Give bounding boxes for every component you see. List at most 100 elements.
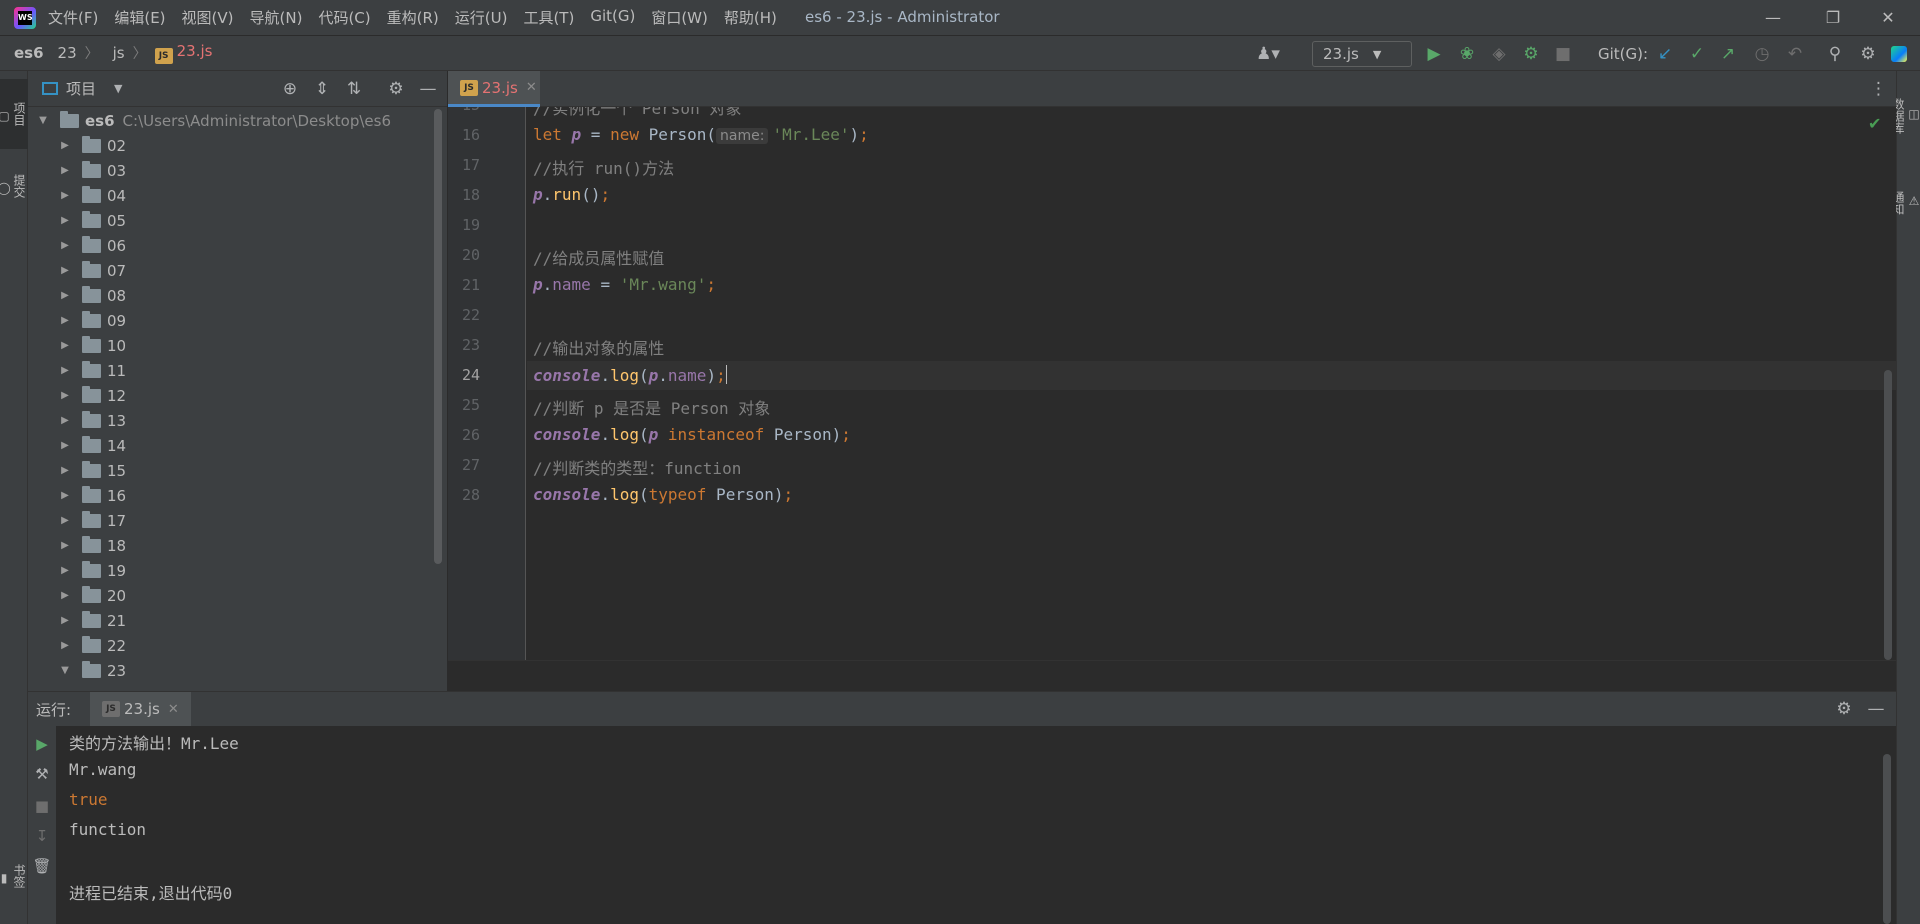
- run-icon[interactable]: ▶: [1424, 44, 1444, 64]
- bookmarks-tool-tab[interactable]: 书签 ▮: [0, 841, 28, 911]
- tree-folder-row[interactable]: ▶ 10: [58, 333, 126, 358]
- tree-folder-row[interactable]: ▶ 07: [58, 258, 126, 283]
- chevron-right-icon[interactable]: ▶: [58, 140, 72, 151]
- tree-folder-row[interactable]: ▶ 04: [58, 183, 126, 208]
- project-tool-tab[interactable]: 项目 ▢: [0, 79, 28, 149]
- menu-item[interactable]: 帮助(H): [724, 7, 777, 28]
- settings-icon[interactable]: ⚙: [1858, 44, 1878, 64]
- breadcrumb-root[interactable]: es6: [14, 44, 44, 62]
- chevron-right-icon[interactable]: ▶: [58, 315, 72, 326]
- scroll-to-end-icon[interactable]: ↧: [32, 826, 52, 846]
- chevron-right-icon[interactable]: ▶: [58, 190, 72, 201]
- git-commit-icon[interactable]: ✓: [1687, 44, 1707, 64]
- chevron-right-icon[interactable]: ▶: [58, 240, 72, 251]
- hide-icon[interactable]: —: [418, 79, 438, 99]
- close-icon[interactable]: ✕: [1860, 0, 1916, 35]
- inspection-ok-icon[interactable]: ✔: [1868, 114, 1881, 133]
- code-line[interactable]: p.run();: [533, 185, 610, 204]
- commit-tool-tab[interactable]: 提交 ◯: [0, 151, 28, 221]
- code-line[interactable]: p.name = 'Mr.wang';: [533, 275, 716, 294]
- code-line[interactable]: console.log(typeof Person);: [533, 485, 793, 504]
- project-panel-title[interactable]: 项目: [66, 78, 96, 99]
- menu-item[interactable]: 窗口(W): [651, 7, 708, 28]
- tree-folder-row[interactable]: ▶ 11: [58, 358, 126, 383]
- profile-icon[interactable]: ⚙: [1521, 44, 1541, 64]
- notifications-tool-tab[interactable]: ⚠ 通知: [1891, 166, 1920, 236]
- console-scrollbar[interactable]: [1883, 754, 1891, 924]
- more-icon[interactable]: ⋮: [1870, 79, 1887, 99]
- code-line[interactable]: //实例化一个 Person 对象: [533, 107, 741, 119]
- chevron-right-icon[interactable]: ▶: [58, 640, 72, 651]
- rollback-icon[interactable]: ↶: [1785, 44, 1805, 64]
- close-icon[interactable]: ✕: [168, 702, 179, 717]
- tree-folder-row[interactable]: ▶ 13: [58, 408, 126, 433]
- chevron-right-icon[interactable]: ▶: [58, 465, 72, 476]
- tree-folder-row[interactable]: ▶ 16: [58, 483, 126, 508]
- menu-item[interactable]: 文件(F): [48, 7, 98, 28]
- chevron-right-icon[interactable]: ▶: [58, 290, 72, 301]
- wrench-icon[interactable]: ⚒: [32, 764, 52, 784]
- chevron-down-icon[interactable]: ▼: [114, 82, 122, 95]
- menu-item[interactable]: 代码(C): [318, 7, 370, 28]
- locate-icon[interactable]: ⊕: [280, 79, 300, 99]
- chevron-right-icon[interactable]: ▶: [58, 215, 72, 226]
- settings-icon[interactable]: ⚙: [1834, 699, 1854, 719]
- chevron-right-icon[interactable]: ▶: [58, 515, 72, 526]
- code-line[interactable]: //给成员属性赋值: [533, 245, 664, 269]
- user-icon[interactable]: ♟▾: [1256, 44, 1280, 64]
- console-output[interactable]: 类的方法输出！Mr.Lee Mr.wang true function 进程已结束,退出…: [69, 726, 1869, 924]
- chevron-right-icon[interactable]: ▶: [58, 615, 72, 626]
- search-icon[interactable]: ⚲: [1825, 44, 1845, 64]
- tree-root[interactable]: ▼ es6 C:\Users\Administrator\Desktop\es6: [36, 108, 391, 133]
- menu-item[interactable]: 工具(T): [523, 7, 574, 28]
- chevron-right-icon[interactable]: ▶: [58, 390, 72, 401]
- chevron-right-icon[interactable]: ▶: [58, 415, 72, 426]
- tree-folder-row[interactable]: ▶ 17: [58, 508, 126, 533]
- chevron-right-icon[interactable]: ▶: [58, 490, 72, 501]
- menu-item[interactable]: 编辑(E): [114, 7, 165, 28]
- trash-icon[interactable]: 🗑: [32, 856, 52, 876]
- code-line[interactable]: console.log(p.name);: [533, 365, 727, 385]
- chevron-right-icon[interactable]: ▶: [58, 540, 72, 551]
- stop-icon[interactable]: ■: [32, 796, 52, 816]
- expand-all-icon[interactable]: ⇕: [312, 79, 332, 99]
- tree-folder-row[interactable]: ▶ 19: [58, 558, 126, 583]
- chevron-right-icon[interactable]: ▶: [58, 590, 72, 601]
- tree-folder-row[interactable]: ▶ 14: [58, 433, 126, 458]
- code-line[interactable]: console.log(p instanceof Person);: [533, 425, 851, 444]
- code-line[interactable]: let p = new Person(name: 'Mr.Lee');: [533, 125, 869, 144]
- tree-folder-row[interactable]: ▶ 03: [58, 158, 126, 183]
- breadcrumb-subfolder[interactable]: js: [113, 44, 125, 62]
- tree-folder-row[interactable]: ▶ 12: [58, 383, 126, 408]
- tree-folder-row[interactable]: ▼ 23: [58, 658, 126, 683]
- run-tab-23-js[interactable]: JS 23.js ✕: [90, 692, 191, 726]
- code-line[interactable]: //执行 run()方法: [533, 155, 674, 179]
- tree-folder-row[interactable]: ▶ 21: [58, 608, 126, 633]
- chevron-right-icon[interactable]: ▶: [58, 565, 72, 576]
- tree-folder-row[interactable]: ▶ 02: [58, 133, 126, 158]
- restore-icon[interactable]: ❐: [1805, 0, 1861, 35]
- menu-item[interactable]: 运行(U): [455, 7, 508, 28]
- breadcrumb-file[interactable]: JS 23.js: [154, 42, 212, 64]
- code-line[interactable]: //输出对象的属性: [533, 335, 664, 359]
- tree-folder-row[interactable]: ▶ 06: [58, 233, 126, 258]
- jetbrains-icon[interactable]: [1889, 44, 1909, 64]
- run-configuration-select[interactable]: 23.js ▼: [1312, 41, 1412, 67]
- tree-folder-row[interactable]: ▶ 08: [58, 283, 126, 308]
- chevron-right-icon[interactable]: ▶: [58, 365, 72, 376]
- tab-23-js[interactable]: JS 23.js ✕: [448, 71, 540, 107]
- chevron-down-icon[interactable]: ▼: [58, 665, 72, 676]
- tree-folder-row[interactable]: ▶ 20: [58, 583, 126, 608]
- collapse-all-icon[interactable]: ⇅: [344, 79, 364, 99]
- menu-item[interactable]: 视图(V): [182, 7, 234, 28]
- debug-icon[interactable]: ❀: [1457, 44, 1477, 64]
- chevron-right-icon[interactable]: ▶: [58, 340, 72, 351]
- rerun-icon[interactable]: ▶: [32, 734, 52, 754]
- chevron-right-icon[interactable]: ▶: [58, 440, 72, 451]
- tree-folder-row[interactable]: ▶ 15: [58, 458, 126, 483]
- settings-icon[interactable]: ⚙: [386, 79, 406, 99]
- tree-folder-row[interactable]: ▶ 22: [58, 633, 126, 658]
- tree-folder-row[interactable]: ▶ 05: [58, 208, 126, 233]
- minimize-icon[interactable]: —: [1745, 0, 1801, 35]
- editor-scrollbar[interactable]: [1884, 370, 1892, 660]
